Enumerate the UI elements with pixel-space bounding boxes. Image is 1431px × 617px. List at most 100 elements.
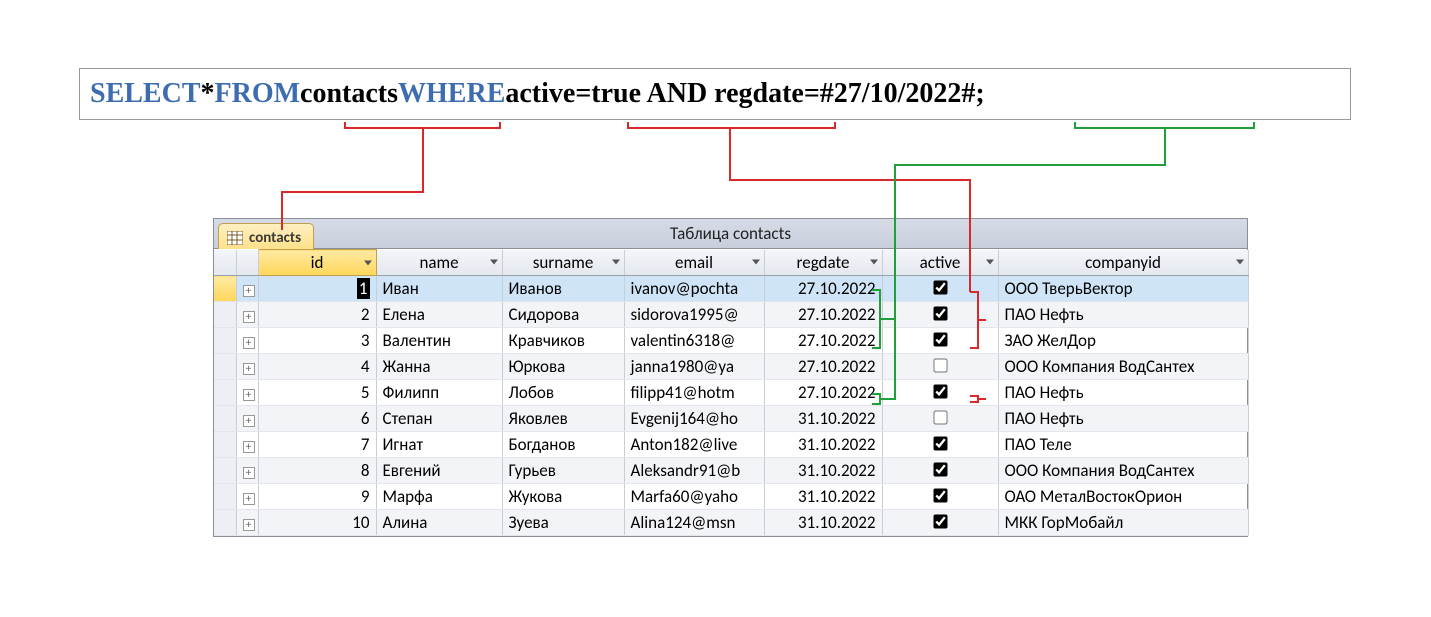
expand-toggle[interactable]: + xyxy=(236,328,258,354)
active-checkbox[interactable] xyxy=(933,332,947,346)
cell-regdate[interactable]: 31.10.2022 xyxy=(764,484,882,510)
table-row[interactable]: +9МарфаЖуковаMarfa60@yaho31.10.2022 ОАО М… xyxy=(214,484,1248,510)
cell-companyid[interactable]: ООО Компания ВодСантех xyxy=(998,354,1248,380)
cell-surname[interactable]: Жукова xyxy=(502,484,624,510)
active-checkbox[interactable] xyxy=(933,488,947,502)
cell-surname[interactable]: Гурьев xyxy=(502,458,624,484)
col-header-id[interactable]: id xyxy=(258,250,376,276)
col-header-name[interactable]: name xyxy=(376,250,502,276)
tab-contacts[interactable]: contacts xyxy=(218,223,314,249)
row-selector[interactable] xyxy=(214,328,236,354)
cell-companyid[interactable]: ООО ТверьВектор xyxy=(998,276,1248,302)
cell-name[interactable]: Степан xyxy=(376,406,502,432)
dropdown-icon[interactable] xyxy=(986,260,994,265)
cell-active[interactable] xyxy=(882,328,998,354)
cell-email[interactable]: valentin6318@ xyxy=(624,328,764,354)
cell-active[interactable] xyxy=(882,276,998,302)
cell-surname[interactable]: Богданов xyxy=(502,432,624,458)
cell-regdate[interactable]: 27.10.2022 xyxy=(764,276,882,302)
row-selector[interactable] xyxy=(214,484,236,510)
cell-id[interactable]: 1 xyxy=(258,276,376,302)
data-grid[interactable]: id name surname email regdate active com… xyxy=(214,249,1249,536)
cell-regdate[interactable]: 27.10.2022 xyxy=(764,328,882,354)
cell-email[interactable]: janna1980@ya xyxy=(624,354,764,380)
cell-id[interactable]: 7 xyxy=(258,432,376,458)
cell-email[interactable]: Alina124@msn xyxy=(624,510,764,536)
cell-regdate[interactable]: 27.10.2022 xyxy=(764,380,882,406)
cell-active[interactable] xyxy=(882,302,998,328)
active-checkbox[interactable] xyxy=(933,514,947,528)
active-checkbox[interactable] xyxy=(933,306,947,320)
cell-surname[interactable]: Юркова xyxy=(502,354,624,380)
expand-toggle[interactable]: + xyxy=(236,276,258,302)
col-header-email[interactable]: email xyxy=(624,250,764,276)
cell-active[interactable] xyxy=(882,406,998,432)
expand-toggle[interactable]: + xyxy=(236,302,258,328)
cell-companyid[interactable]: ОАО МеталВостокОрион xyxy=(998,484,1248,510)
table-row[interactable]: +10АлинаЗуеваAlina124@msn31.10.2022МКК Г… xyxy=(214,510,1248,536)
cell-id[interactable]: 5 xyxy=(258,380,376,406)
cell-surname[interactable]: Зуева xyxy=(502,510,624,536)
row-selector[interactable] xyxy=(214,380,236,406)
cell-companyid[interactable]: ПАО Теле xyxy=(998,432,1248,458)
col-header-active[interactable]: active xyxy=(882,250,998,276)
col-header-companyid[interactable]: companyid xyxy=(998,250,1248,276)
cell-companyid[interactable]: ПАО Нефть xyxy=(998,406,1248,432)
cell-active[interactable] xyxy=(882,510,998,536)
row-selector[interactable] xyxy=(214,510,236,536)
cell-id[interactable]: 3 xyxy=(258,328,376,354)
table-row[interactable]: +3ВалентинКравчиковvalentin6318@27.10.20… xyxy=(214,328,1248,354)
cell-email[interactable]: sidorova1995@ xyxy=(624,302,764,328)
expand-toggle[interactable]: + xyxy=(236,484,258,510)
active-checkbox[interactable] xyxy=(933,280,947,294)
row-selector-header[interactable] xyxy=(214,250,236,276)
cell-active[interactable] xyxy=(882,354,998,380)
row-selector[interactable] xyxy=(214,432,236,458)
cell-id[interactable]: 8 xyxy=(258,458,376,484)
cell-surname[interactable]: Кравчиков xyxy=(502,328,624,354)
cell-name[interactable]: Валентин xyxy=(376,328,502,354)
active-checkbox[interactable] xyxy=(933,410,947,424)
row-selector[interactable] xyxy=(214,276,236,302)
table-row[interactable]: +7ИгнатБогдановAnton182@live31.10.2022 ПА… xyxy=(214,432,1248,458)
cell-id[interactable]: 9 xyxy=(258,484,376,510)
cell-active[interactable] xyxy=(882,458,998,484)
cell-email[interactable]: Anton182@live xyxy=(624,432,764,458)
table-row[interactable]: +1ИванИвановivanov@pochta27.10.2022ООО Т… xyxy=(214,276,1248,302)
cell-companyid[interactable]: ПАО Нефть xyxy=(998,380,1248,406)
cell-name[interactable]: Игнат xyxy=(376,432,502,458)
dropdown-icon[interactable] xyxy=(752,260,760,265)
expand-toggle[interactable]: + xyxy=(236,458,258,484)
cell-regdate[interactable]: 27.10.2022 xyxy=(764,354,882,380)
cell-id[interactable]: 4 xyxy=(258,354,376,380)
cell-name[interactable]: Филипп xyxy=(376,380,502,406)
expand-toggle[interactable]: + xyxy=(236,432,258,458)
cell-regdate[interactable]: 31.10.2022 xyxy=(764,432,882,458)
cell-regdate[interactable]: 31.10.2022 xyxy=(764,406,882,432)
cell-surname[interactable]: Иванов xyxy=(502,276,624,302)
cell-name[interactable]: Алина xyxy=(376,510,502,536)
active-checkbox[interactable] xyxy=(933,384,947,398)
cell-id[interactable]: 2 xyxy=(258,302,376,328)
cell-active[interactable] xyxy=(882,484,998,510)
cell-email[interactable]: Marfa60@yaho xyxy=(624,484,764,510)
col-header-surname[interactable]: surname xyxy=(502,250,624,276)
cell-companyid[interactable]: МКК ГорМобайл xyxy=(998,510,1248,536)
active-checkbox[interactable] xyxy=(933,462,947,476)
row-selector[interactable] xyxy=(214,458,236,484)
cell-active[interactable] xyxy=(882,432,998,458)
row-selector[interactable] xyxy=(214,302,236,328)
cell-email[interactable]: ivanov@pochta xyxy=(624,276,764,302)
active-checkbox[interactable] xyxy=(933,358,947,372)
cell-name[interactable]: Евгений xyxy=(376,458,502,484)
expand-toggle[interactable]: + xyxy=(236,380,258,406)
cell-name[interactable]: Жанна xyxy=(376,354,502,380)
col-header-regdate[interactable]: regdate xyxy=(764,250,882,276)
table-row[interactable]: +5ФилиппЛобовfilipp41@hotm27.10.2022ПАО … xyxy=(214,380,1248,406)
cell-name[interactable]: Марфа xyxy=(376,484,502,510)
cell-name[interactable]: Елена xyxy=(376,302,502,328)
cell-regdate[interactable]: 31.10.2022 xyxy=(764,510,882,536)
cell-surname[interactable]: Сидорова xyxy=(502,302,624,328)
row-selector[interactable] xyxy=(214,354,236,380)
table-row[interactable]: +2ЕленаСидороваsidorova1995@27.10.2022ПА… xyxy=(214,302,1248,328)
